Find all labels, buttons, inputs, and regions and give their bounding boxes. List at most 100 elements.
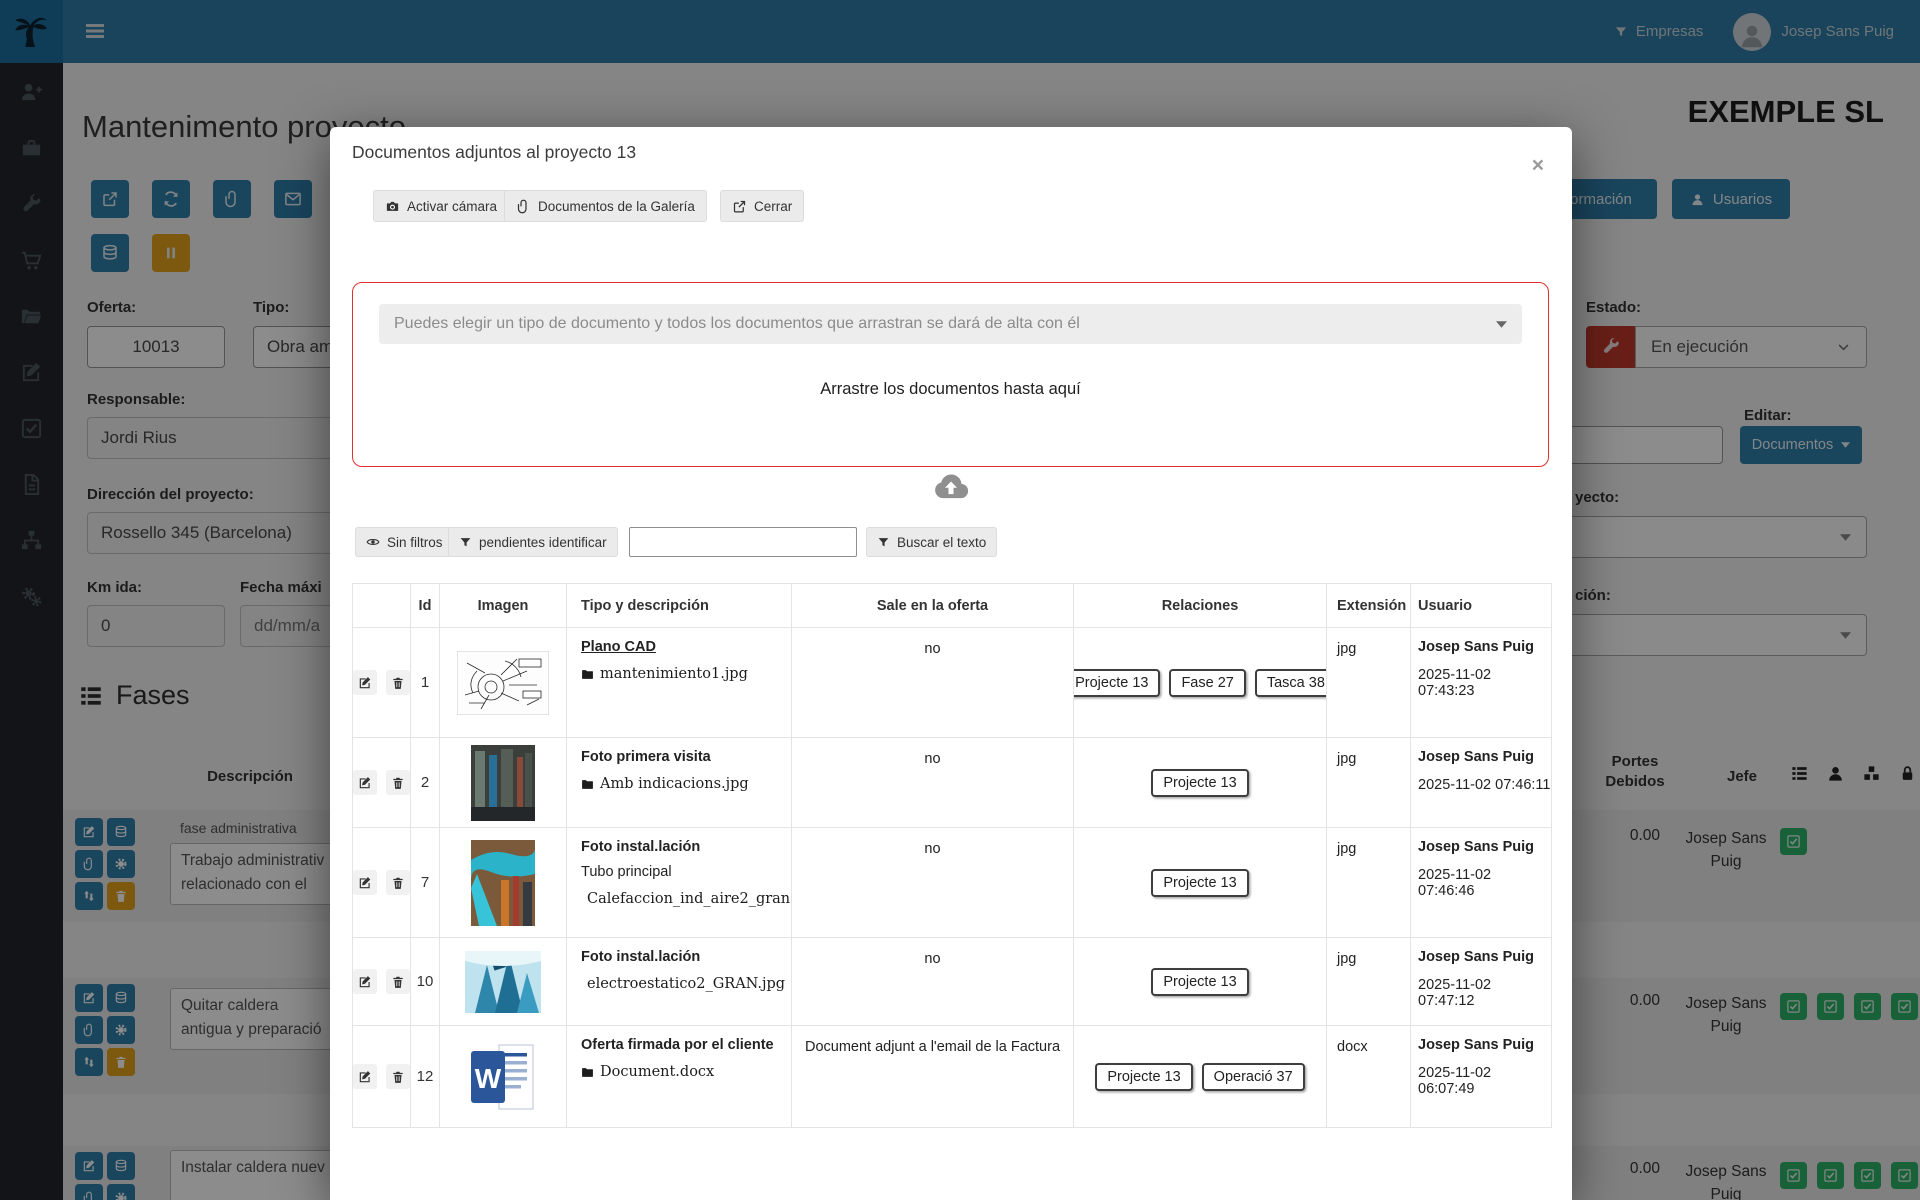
doc-info: Foto instal.lación electroestatico2_GRAN… <box>567 938 792 1026</box>
blue-photo-thumbnail <box>465 951 541 1013</box>
filter-icon <box>877 536 890 549</box>
doc-extension: jpg <box>1327 938 1411 1026</box>
doc-thumbnail[interactable] <box>440 628 567 738</box>
doc-date: 2025-11-02 07:47:12 <box>1418 977 1551 1009</box>
industrial-photo-thumbnail <box>471 745 535 821</box>
documentos-galeria-button[interactable]: Documentos de la Galería <box>504 190 707 222</box>
doc-relations: Projecte 13 Fase 27 Tasca 38 <box>1074 628 1327 738</box>
filter-icon <box>459 536 472 549</box>
buscar-texto-button[interactable]: Buscar el texto <box>866 527 997 557</box>
doc-title-link[interactable]: Foto instal.lación <box>581 839 777 855</box>
doc-date: 2025-11-02 07:46:11 <box>1418 777 1551 793</box>
cad-drawing-thumbnail <box>457 651 549 715</box>
relation-button[interactable]: Projecte 13 <box>1095 1063 1192 1091</box>
folder-icon <box>581 778 594 791</box>
folder-icon <box>581 1066 594 1079</box>
header-sale: Sale en la oferta <box>792 583 1074 628</box>
export-icon <box>732 199 747 214</box>
doc-thumbnail[interactable] <box>440 738 567 828</box>
doc-info: Foto instal.lación Tubo principal Calefa… <box>567 828 792 938</box>
edit-button[interactable] <box>353 969 377 994</box>
delete-button[interactable] <box>386 870 410 895</box>
folder-icon <box>581 668 594 681</box>
doc-extension: docx <box>1327 1026 1411 1128</box>
doc-thumbnail[interactable]: W <box>440 1026 567 1128</box>
doc-title-link[interactable]: Foto instal.lación <box>581 949 777 965</box>
row-actions <box>352 828 411 938</box>
documents-table: Id Imagen Tipo y descripción Sale en la … <box>352 583 1552 1128</box>
screen: Empresas Josep Sans Puig Mantenimento pr… <box>0 0 1920 1200</box>
doc-sale: no <box>792 828 1074 938</box>
doc-sale: no <box>792 628 1074 738</box>
header-extension: Extensión <box>1327 583 1411 628</box>
document-type-select[interactable]: Puedes elegir un tipo de documento y tod… <box>379 304 1522 344</box>
doc-user: Josep Sans Puig 2025-11-02 06:07:49 <box>1411 1026 1552 1128</box>
edit-button[interactable] <box>353 1064 377 1089</box>
doc-relations: Projecte 13 <box>1074 828 1327 938</box>
doc-relations: Projecte 13 <box>1074 738 1327 828</box>
doc-id: 7 <box>411 828 440 938</box>
edit-button[interactable] <box>353 670 377 695</box>
row-actions <box>352 738 411 828</box>
word-document-thumbnail: W <box>469 1041 537 1113</box>
doc-thumbnail[interactable] <box>440 828 567 938</box>
delete-button[interactable] <box>386 670 410 695</box>
sin-filtros-button[interactable]: Sin filtros <box>355 527 454 557</box>
buscar-texto-label: Buscar el texto <box>897 535 986 550</box>
doc-extension: jpg <box>1327 738 1411 828</box>
doc-id: 2 <box>411 738 440 828</box>
doc-title-link[interactable]: Oferta firmada por el cliente <box>581 1037 777 1053</box>
header-relaciones: Relaciones <box>1074 583 1327 628</box>
header-actions <box>352 583 411 628</box>
doc-title-link[interactable]: Plano CAD <box>581 639 777 655</box>
camera-icon <box>385 199 400 214</box>
doc-subtitle: Tubo principal <box>581 864 777 880</box>
svg-text:W: W <box>475 1063 502 1094</box>
doc-date: 2025-11-02 07:46:46 <box>1418 867 1551 899</box>
relation-button[interactable]: Fase 27 <box>1169 669 1245 697</box>
doc-user: Josep Sans Puig 2025-11-02 07:46:11 <box>1411 738 1552 828</box>
user-name: Josep Sans Puig <box>1418 949 1551 965</box>
close-icon[interactable]: × <box>1532 155 1544 176</box>
pipes-photo-thumbnail <box>471 840 535 926</box>
doc-id: 1 <box>411 628 440 738</box>
doc-filename[interactable]: Amb indicacions.jpg <box>600 776 749 792</box>
document-dropzone[interactable]: Puedes elegir un tipo de documento y tod… <box>352 282 1549 467</box>
doc-id: 12 <box>411 1026 440 1128</box>
relation-button[interactable]: Projecte 13 <box>1151 869 1248 897</box>
cerrar-label: Cerrar <box>754 199 792 214</box>
doc-filename[interactable]: Calefaccion_ind_aire2_gran.jpg <box>587 891 792 907</box>
edit-button[interactable] <box>353 870 377 895</box>
doc-title-link[interactable]: Foto primera visita <box>581 749 777 765</box>
doc-filename[interactable]: electroestatico2_GRAN.jpg <box>587 976 785 992</box>
cerrar-button[interactable]: Cerrar <box>720 190 804 222</box>
cloud-upload-icon[interactable] <box>927 468 975 506</box>
relation-button[interactable]: Projecte 13 <box>1151 769 1248 797</box>
doc-date: 2025-11-02 06:07:49 <box>1418 1065 1551 1097</box>
doc-sale: Document adjunt a l'email de la Factura <box>792 1026 1074 1128</box>
documentos-galeria-label: Documentos de la Galería <box>538 199 695 214</box>
pendientes-label: pendientes identificar <box>479 535 607 550</box>
doc-extension: jpg <box>1327 628 1411 738</box>
edit-button[interactable] <box>353 770 377 795</box>
row-actions <box>352 1026 411 1128</box>
delete-button[interactable] <box>386 1064 410 1089</box>
search-input[interactable] <box>629 527 857 557</box>
doc-thumbnail[interactable] <box>440 938 567 1026</box>
doc-filename[interactable]: mantenimiento1.jpg <box>600 666 748 682</box>
row-actions <box>352 628 411 738</box>
doc-filename[interactable]: Document.docx <box>600 1064 714 1080</box>
delete-button[interactable] <box>386 770 410 795</box>
relation-button[interactable]: Projecte 13 <box>1074 669 1160 697</box>
modal-title: Documentos adjuntos al proyecto 13 <box>352 142 636 163</box>
doc-info: Oferta firmada por el cliente Document.d… <box>567 1026 792 1128</box>
delete-button[interactable] <box>386 969 410 994</box>
relation-button[interactable]: Operació 37 <box>1202 1063 1305 1091</box>
doc-relations: Projecte 13 <box>1074 938 1327 1026</box>
doc-id: 10 <box>411 938 440 1026</box>
relation-button[interactable]: Projecte 13 <box>1151 968 1248 996</box>
relation-button[interactable]: Tasca 38 <box>1255 669 1327 697</box>
pendientes-identificar-button[interactable]: pendientes identificar <box>448 527 618 557</box>
activar-camara-button[interactable]: Activar cámara <box>373 190 509 222</box>
activar-camara-label: Activar cámara <box>407 199 497 214</box>
